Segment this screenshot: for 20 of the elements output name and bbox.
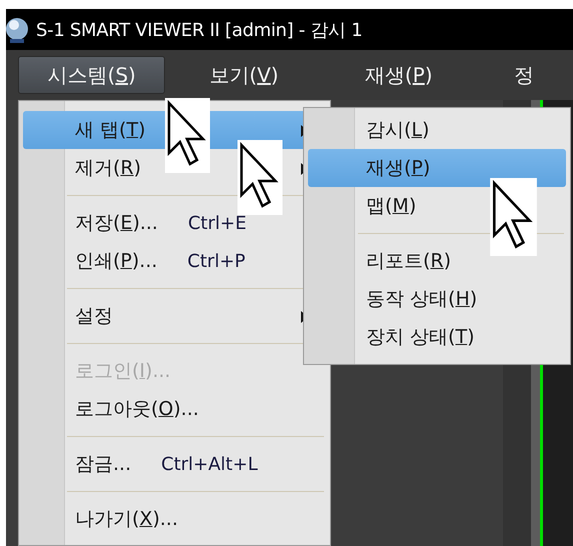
menu-tab[interactable]: 재생(P) xyxy=(322,56,475,94)
menu-item[interactable]: 재생(P) xyxy=(308,149,566,187)
menu-item[interactable]: 동작 상태(H) xyxy=(308,280,566,318)
cursor-icon xyxy=(165,98,210,173)
menu-item[interactable]: 감시(L) xyxy=(308,111,566,149)
menu-item[interactable]: 로그아웃(O)... xyxy=(23,390,326,428)
menu-item[interactable]: 맵(M) xyxy=(308,187,566,225)
menu-tab[interactable]: 정 xyxy=(474,56,573,94)
cursor-icon xyxy=(236,140,284,215)
menu-item[interactable]: 나가기(X)... xyxy=(23,500,326,538)
cursor-icon xyxy=(490,178,537,256)
menu-item[interactable]: 잠금... Ctrl+Alt+L xyxy=(23,445,326,483)
menu-item[interactable]: 리포트(R) xyxy=(308,242,566,280)
menu-tab[interactable]: 보기(V) xyxy=(165,56,323,94)
shortcut-label: Ctrl+Alt+L xyxy=(161,454,258,474)
shortcut-label: Ctrl+E xyxy=(188,212,246,234)
window-title: S-1 SMART VIEWER II [admin] - 감시 1 xyxy=(36,18,362,42)
menu-tab[interactable]: 시스템(S) xyxy=(18,56,166,94)
shortcut-label: Ctrl+P xyxy=(187,250,246,272)
globe-icon xyxy=(6,16,30,42)
